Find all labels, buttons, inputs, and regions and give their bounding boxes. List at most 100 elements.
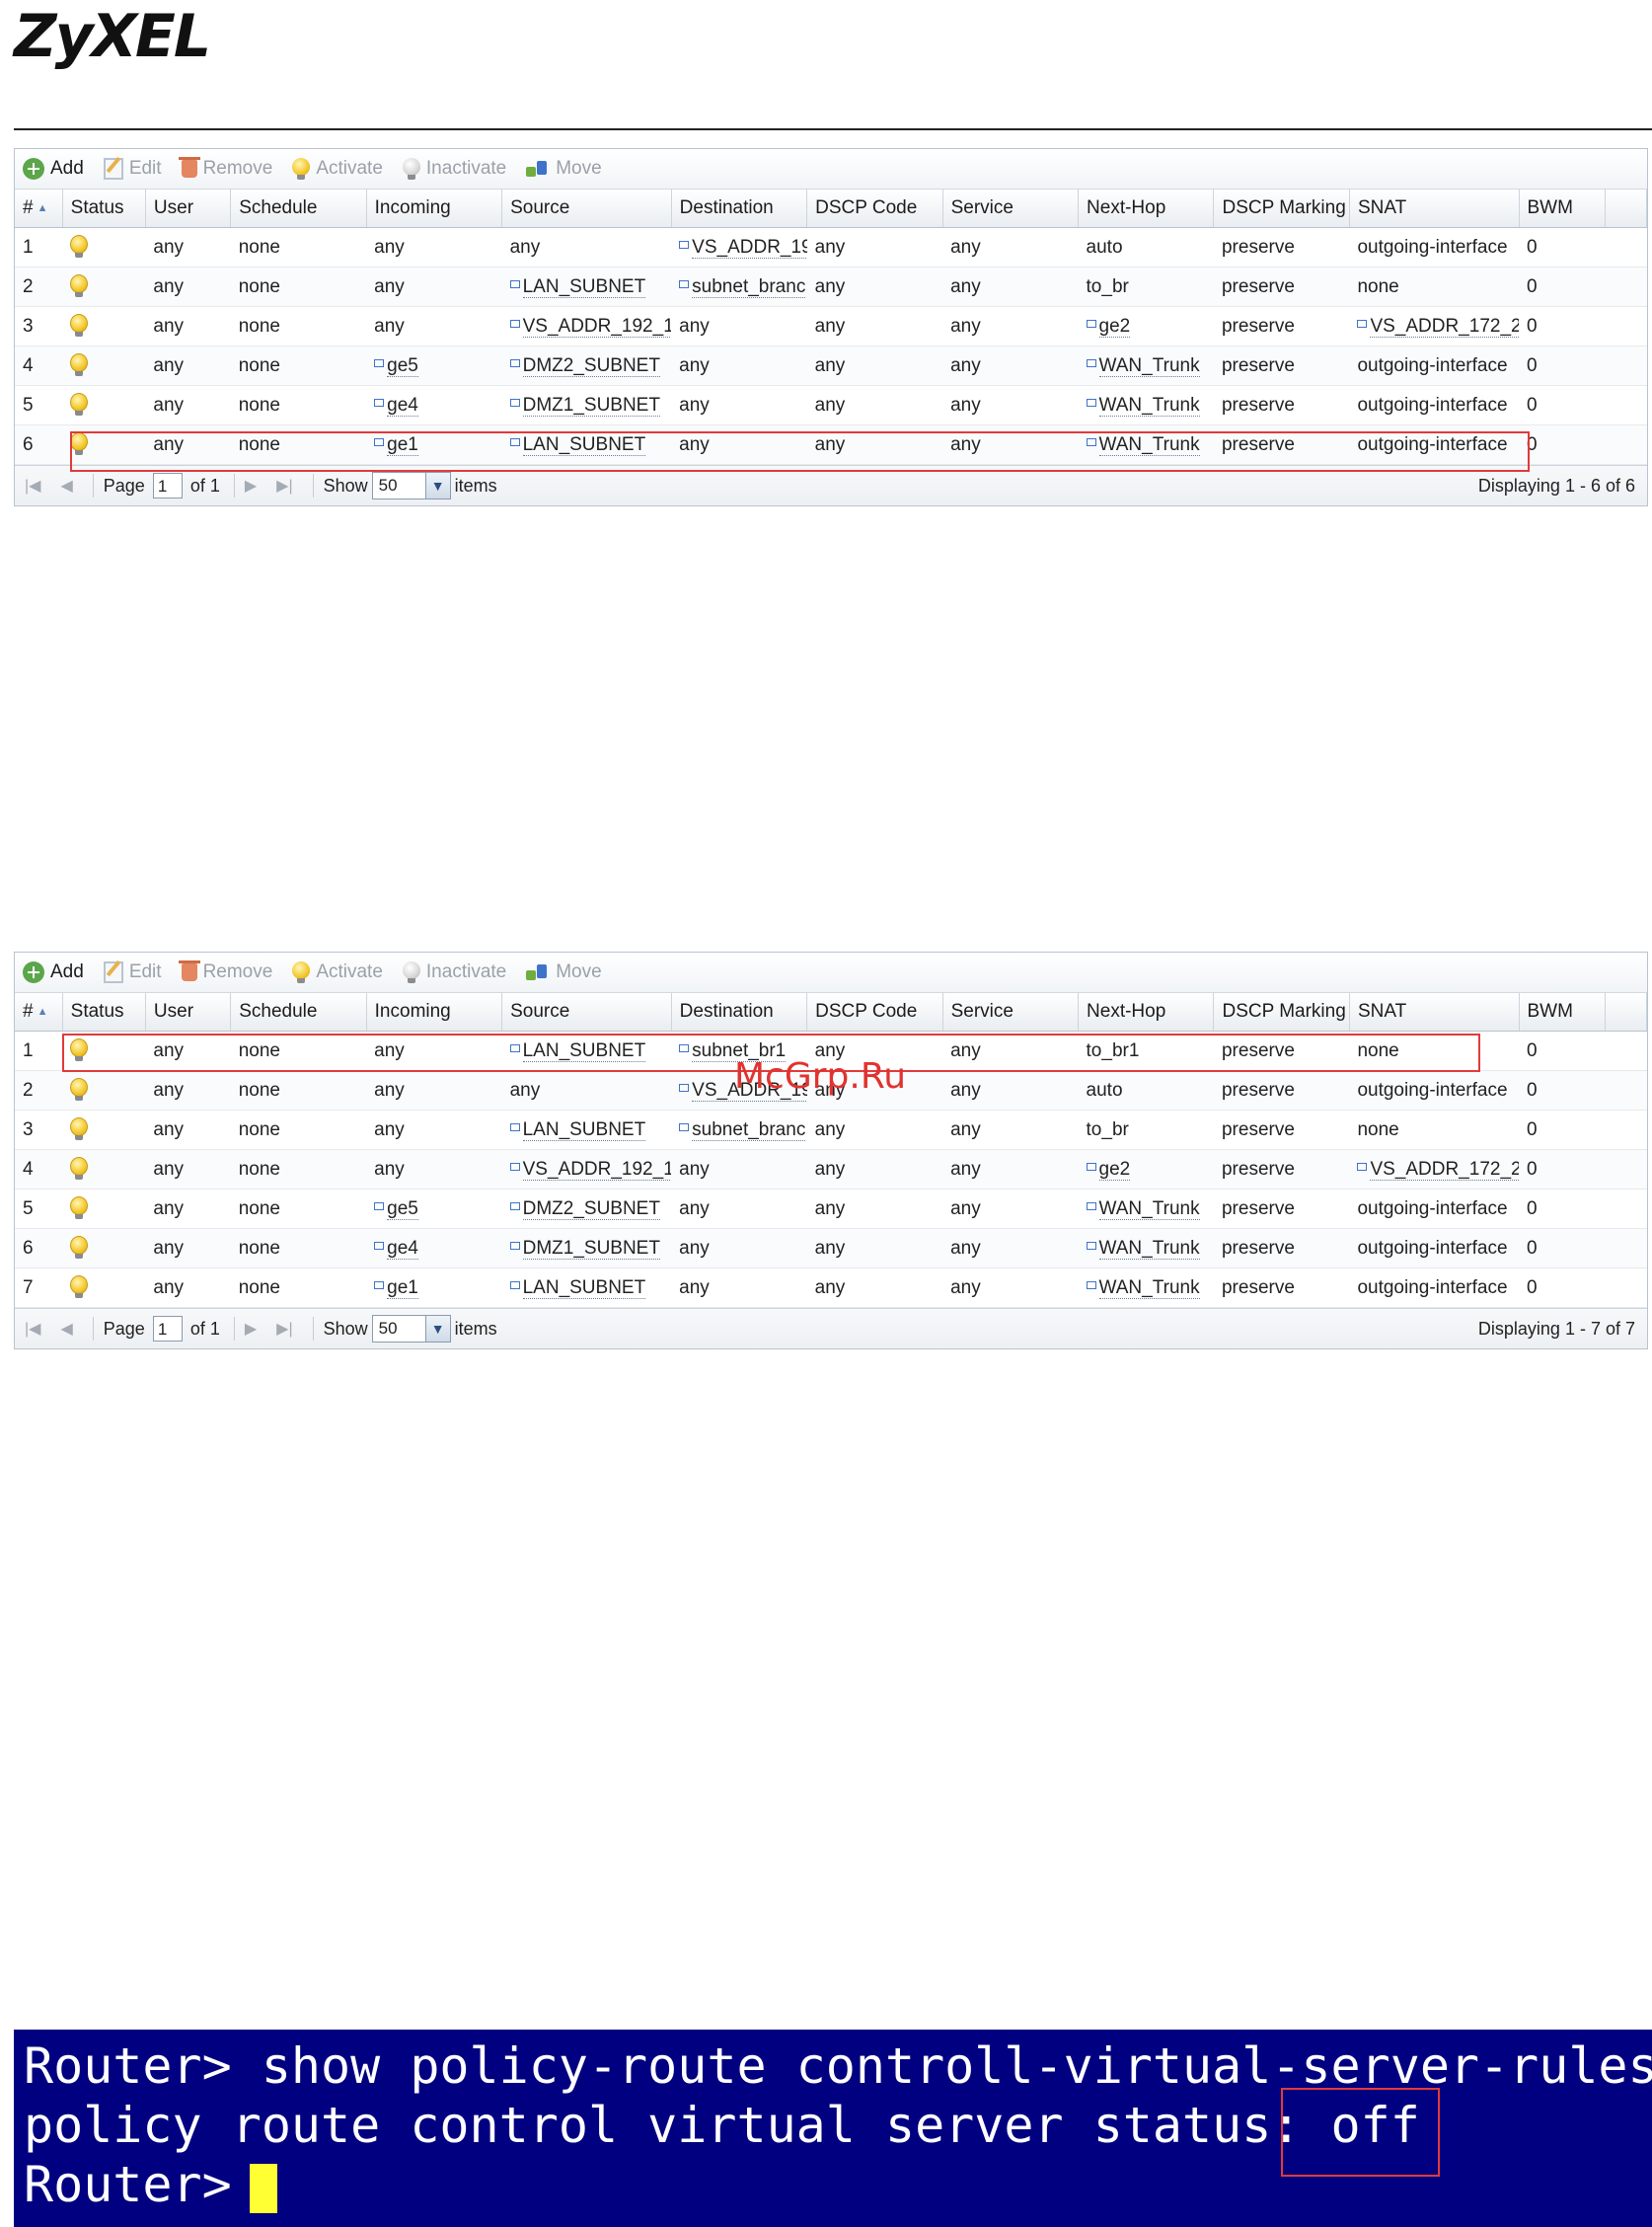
- cell-value[interactable]: DMZ1_SUBNET: [522, 1237, 660, 1260]
- column-header-schedule[interactable]: Schedule: [230, 993, 367, 1032]
- activate-button[interactable]: Activate: [292, 961, 383, 983]
- cell-value[interactable]: LAN_SUBNET: [522, 1039, 646, 1062]
- table-row[interactable]: 1 any none any any VS_ADDR_19 any any auto preser…: [15, 227, 1647, 268]
- column-header-snat[interactable]: SNAT: [1349, 993, 1520, 1032]
- cell-value[interactable]: WAN_Trunk: [1098, 354, 1200, 377]
- cell-dscp-code: any: [806, 227, 943, 268]
- cell-value[interactable]: VS_ADDR_172_2!: [1370, 315, 1519, 338]
- column-header-schedule[interactable]: Schedule: [230, 190, 367, 228]
- inactivate-button[interactable]: Inactivate: [402, 158, 506, 180]
- column-header-number[interactable]: # ▲: [15, 190, 63, 228]
- cell-source: LAN_SUBNET: [501, 424, 672, 465]
- table-row[interactable]: 6 any none ge4 DMZ1_SUBNET any any any WAN_Trunk…: [15, 1228, 1647, 1268]
- last-page-icon[interactable]: ▶|: [276, 476, 292, 496]
- inactivate-button[interactable]: Inactivate: [402, 961, 506, 983]
- table-row[interactable]: 2 any none any LAN_SUBNET subnet_branc any any t…: [15, 267, 1647, 307]
- column-header-dscp-marking[interactable]: DSCP Marking: [1213, 993, 1350, 1032]
- last-page-icon[interactable]: ▶|: [276, 1319, 292, 1339]
- first-page-icon[interactable]: |◀: [25, 1319, 40, 1339]
- cell-value[interactable]: ge4: [387, 394, 418, 417]
- cell-value[interactable]: ge2: [1098, 1158, 1131, 1181]
- object-link-icon: [679, 1044, 690, 1053]
- page-input[interactable]: 1: [152, 473, 183, 499]
- edit-button[interactable]: Edit: [103, 158, 162, 180]
- cell-value[interactable]: subnet_branc: [692, 1118, 806, 1141]
- cell-value[interactable]: VS_ADDR_192_1(: [522, 315, 672, 338]
- cell-value[interactable]: WAN_Trunk: [1098, 433, 1200, 456]
- table-row[interactable]: 4 any none ge5 DMZ2_SUBNET any any any WAN_Trunk…: [15, 346, 1647, 386]
- table-row[interactable]: 5 any none ge4 DMZ1_SUBNET any any any WAN_Trunk…: [15, 385, 1647, 425]
- cell-value[interactable]: VS_ADDR_19: [692, 236, 807, 259]
- cell-value[interactable]: ge4: [387, 1237, 418, 1260]
- column-header-next-hop[interactable]: Next-Hop: [1078, 190, 1215, 228]
- cell-value[interactable]: LAN_SUBNET: [522, 1276, 646, 1299]
- cell-value[interactable]: VS_ADDR_172_2!: [1370, 1158, 1519, 1181]
- cell-value[interactable]: ge1: [387, 433, 418, 456]
- cell-value[interactable]: LAN_SUBNET: [522, 433, 646, 456]
- page-size-select[interactable]: 50 ▼: [371, 472, 451, 499]
- cell-value: preserve: [1221, 433, 1295, 455]
- prev-page-icon[interactable]: ◀: [60, 1319, 72, 1339]
- cell-incoming: ge5: [366, 346, 502, 386]
- column-header-next-hop[interactable]: Next-Hop: [1078, 993, 1215, 1032]
- next-page-icon[interactable]: ▶: [245, 1319, 257, 1339]
- column-header-snat[interactable]: SNAT: [1349, 190, 1520, 228]
- cell-value[interactable]: ge5: [387, 1197, 418, 1220]
- cell-value[interactable]: WAN_Trunk: [1098, 1276, 1200, 1299]
- cell-value[interactable]: DMZ1_SUBNET: [522, 394, 660, 417]
- table-row[interactable]: 6 any none ge1 LAN_SUBNET any any any WAN_Trunk p…: [15, 424, 1647, 465]
- cell-value[interactable]: ge1: [387, 1276, 418, 1299]
- column-header-number[interactable]: # ▲: [15, 993, 63, 1032]
- page-size-select[interactable]: 50 ▼: [371, 1315, 451, 1343]
- column-header-dscp-code[interactable]: DSCP Code: [806, 993, 943, 1032]
- page-input[interactable]: 1: [152, 1316, 183, 1342]
- column-header-user[interactable]: User: [145, 993, 232, 1032]
- table-row[interactable]: 3 any none any LAN_SUBNET subnet_branc any any t…: [15, 1110, 1647, 1150]
- edit-button[interactable]: Edit: [103, 961, 162, 983]
- column-header-destination[interactable]: Destination: [671, 190, 808, 228]
- cell-dscp-marking: preserve: [1213, 1149, 1350, 1190]
- cell-value[interactable]: ge2: [1098, 315, 1131, 338]
- cell-value[interactable]: LAN_SUBNET: [522, 1118, 646, 1141]
- column-header-source[interactable]: Source: [501, 190, 672, 228]
- column-header-dscp-marking[interactable]: DSCP Marking: [1213, 190, 1350, 228]
- column-header-service[interactable]: Service: [942, 190, 1080, 228]
- column-header-status[interactable]: Status: [62, 993, 146, 1032]
- chevron-down-icon[interactable]: ▼: [424, 1316, 450, 1342]
- cell-value[interactable]: LAN_SUBNET: [522, 275, 646, 298]
- next-page-icon[interactable]: ▶: [245, 476, 257, 496]
- cell-value[interactable]: WAN_Trunk: [1098, 1197, 1200, 1220]
- add-button[interactable]: Add: [23, 158, 84, 180]
- column-header-incoming[interactable]: Incoming: [366, 993, 503, 1032]
- table-row[interactable]: 7 any none ge1 LAN_SUBNET any any any WAN_Trunk p…: [15, 1267, 1647, 1308]
- cell-value[interactable]: DMZ2_SUBNET: [522, 354, 660, 377]
- column-header-bwm[interactable]: BWM: [1519, 190, 1606, 228]
- remove-button[interactable]: Remove: [178, 157, 272, 180]
- add-button[interactable]: Add: [23, 961, 84, 983]
- column-header-source[interactable]: Source: [501, 993, 672, 1032]
- cell-value[interactable]: ge5: [387, 354, 418, 377]
- cell-value[interactable]: subnet_branc: [692, 275, 806, 298]
- column-header-incoming[interactable]: Incoming: [366, 190, 503, 228]
- column-header-user[interactable]: User: [145, 190, 232, 228]
- cell-value[interactable]: WAN_Trunk: [1098, 394, 1200, 417]
- cell-value[interactable]: DMZ2_SUBNET: [522, 1197, 660, 1220]
- column-header-bwm[interactable]: BWM: [1519, 993, 1606, 1032]
- chevron-down-icon[interactable]: ▼: [424, 473, 450, 499]
- activate-button[interactable]: Activate: [292, 158, 383, 180]
- table-row[interactable]: 5 any none ge5 DMZ2_SUBNET any any any WAN_Trunk…: [15, 1189, 1647, 1229]
- move-button[interactable]: Move: [526, 961, 602, 983]
- first-page-icon[interactable]: |◀: [25, 476, 40, 496]
- prev-page-icon[interactable]: ◀: [60, 476, 72, 496]
- remove-button[interactable]: Remove: [178, 960, 272, 983]
- column-header-status[interactable]: Status: [62, 190, 146, 228]
- column-header-dscp-code[interactable]: DSCP Code: [806, 190, 943, 228]
- column-header-service[interactable]: Service: [942, 993, 1080, 1032]
- cell-value[interactable]: VS_ADDR_192_1(: [522, 1158, 672, 1181]
- cell-value[interactable]: WAN_Trunk: [1098, 1237, 1200, 1260]
- terminal-prompt-line[interactable]: Router>: [24, 2156, 277, 2213]
- table-row[interactable]: 4 any none any VS_ADDR_192_1(any any any ge2 pre…: [15, 1149, 1647, 1190]
- column-header-destination[interactable]: Destination: [671, 993, 808, 1032]
- move-button[interactable]: Move: [526, 158, 602, 180]
- table-row[interactable]: 3 any none any VS_ADDR_192_1(any any any ge2 pre…: [15, 306, 1647, 346]
